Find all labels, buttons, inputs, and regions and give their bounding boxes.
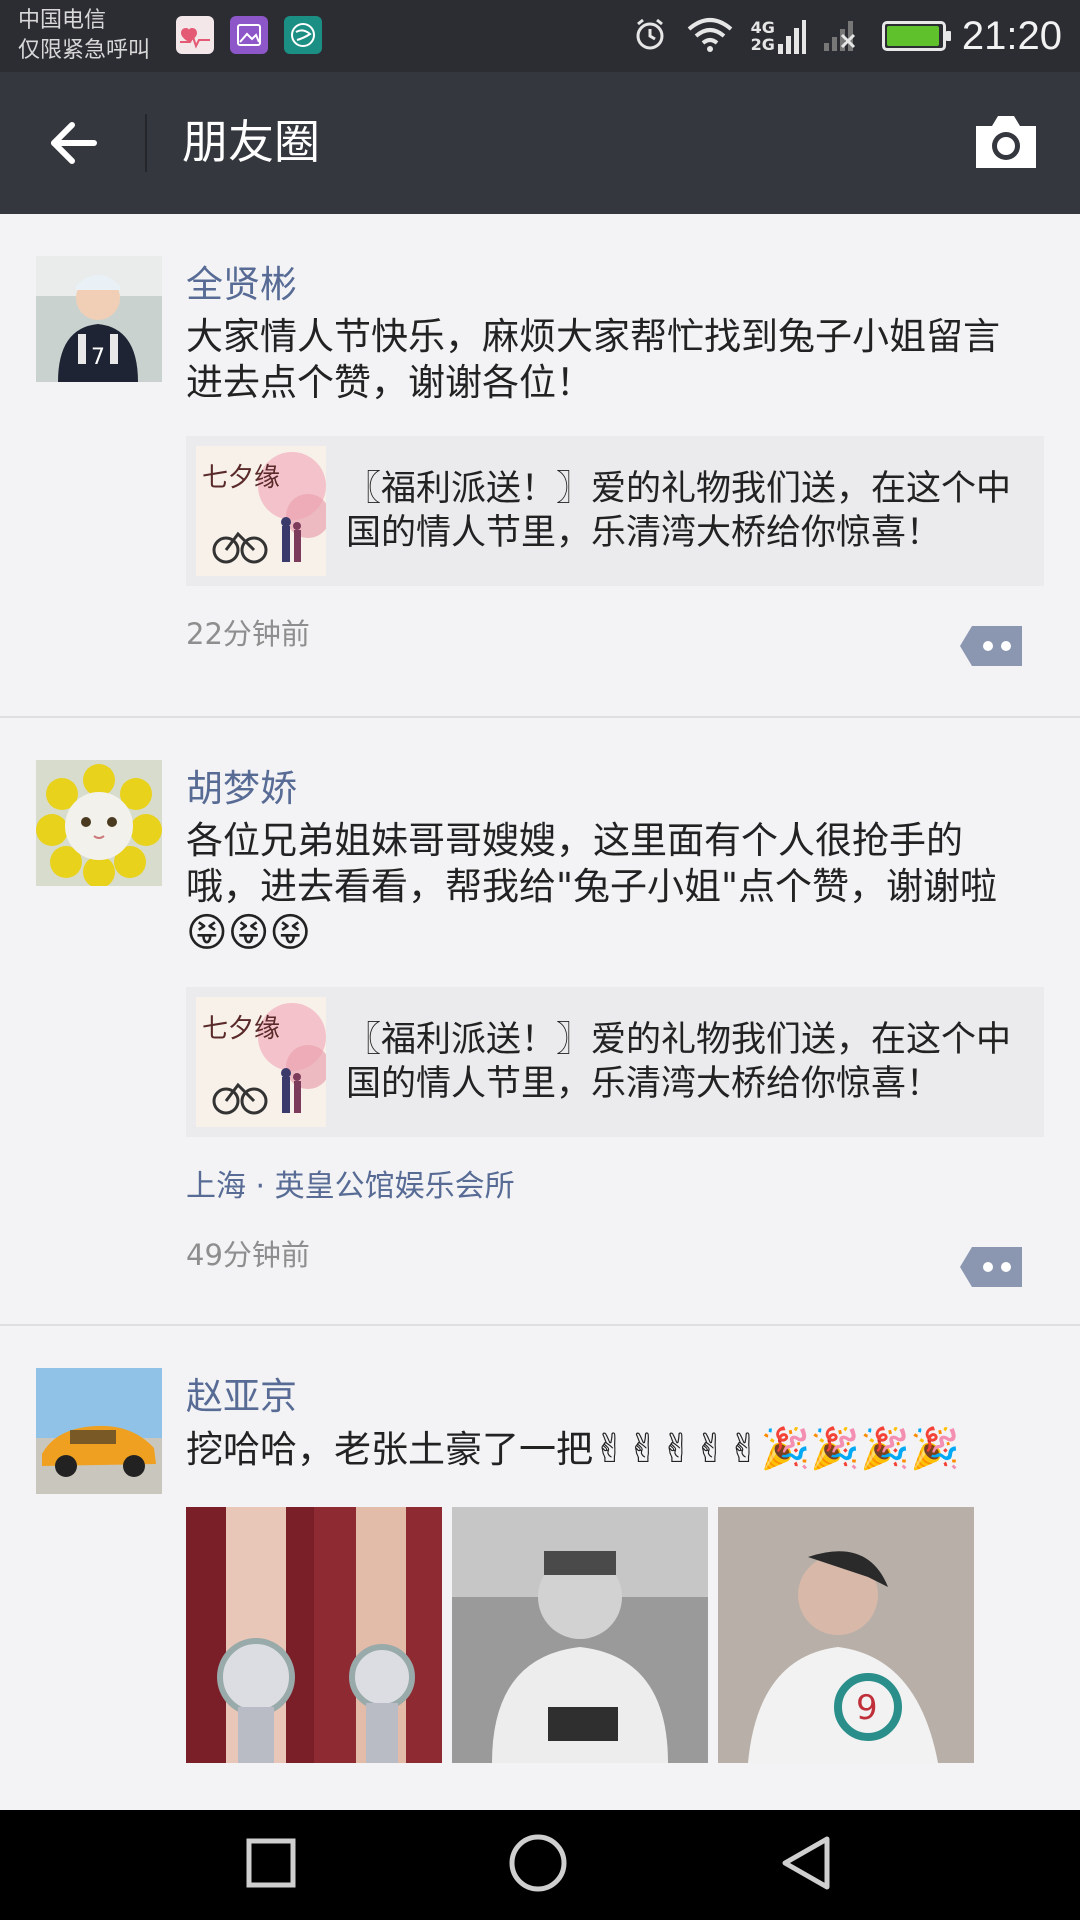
- moment-post: 7 全贤彬 大家情人节快乐，麻烦大家帮忙找到兔子小姐留言进去点个赞，谢谢各位！ …: [0, 214, 1080, 718]
- shared-link-card[interactable]: 七夕缘 〖福利派送！〗爱的礼物我们送，在这个中国的情人节里，乐清湾大桥给你惊喜！: [186, 436, 1044, 586]
- comment-icon: [960, 626, 1022, 666]
- emergency-only-label: 仅限紧急呼叫: [18, 38, 151, 63]
- carrier-info: 中国电信 仅限紧急呼叫: [18, 6, 150, 66]
- carrier-name: 中国电信: [18, 8, 107, 33]
- camera-icon: [976, 116, 1036, 168]
- photo-thumbnail[interactable]: 9: [718, 1507, 974, 1763]
- svg-text:七夕缘: 七夕缘: [202, 1014, 280, 1044]
- clock: 21:20: [961, 13, 1062, 58]
- home-button[interactable]: [508, 1833, 568, 1897]
- shared-link-card[interactable]: 七夕缘 〖福利派送！〗爱的礼物我们送，在这个中国的情人节里，乐清湾大桥给你惊喜！: [186, 987, 1044, 1137]
- post-text-body: 各位兄弟姐妹哥哥嫂嫂，这里面有个人很抢手的哦，进去看看，帮我给"兔子小姐"点个赞…: [186, 819, 998, 908]
- post-location[interactable]: 上海 · 英皇公馆娱乐会所: [186, 1167, 1046, 1207]
- photo-thumbnail[interactable]: [452, 1507, 708, 1763]
- author-name[interactable]: 胡梦娇: [186, 764, 1046, 814]
- recent-apps-icon: [246, 1838, 296, 1888]
- battery-level: [886, 26, 940, 46]
- post-text: 挖哈哈，老张土豪了一把✌✌✌✌✌🎉🎉🎉🎉: [186, 1426, 1036, 1473]
- avatar[interactable]: [36, 1368, 162, 1494]
- network-2g-label: 2G: [750, 35, 775, 54]
- no-signal-icon: [822, 15, 866, 57]
- post-content: 胡梦娇 各位兄弟姐妹哥哥嫂嫂，这里面有个人很抢手的哦，进去看看，帮我给"兔子小姐…: [186, 718, 1046, 1303]
- comment-icon: [960, 1247, 1022, 1287]
- link-title: 〖福利派送！〗爱的礼物我们送，在这个中国的情人节里，乐清湾大桥给你惊喜！: [346, 469, 1012, 553]
- moment-post: 胡梦娇 各位兄弟姐妹哥哥嫂嫂，这里面有个人很抢手的哦，进去看看，帮我给"兔子小姐…: [0, 718, 1080, 1326]
- header-divider: [145, 114, 147, 172]
- notification-icons: [176, 16, 322, 54]
- home-icon: [509, 1834, 567, 1892]
- emoji-row: ✌✌✌✌✌🎉🎉🎉🎉: [593, 1426, 960, 1472]
- wifi-icon: [685, 15, 735, 57]
- battery-charging-icon: [881, 21, 951, 51]
- camera-button[interactable]: [970, 112, 1042, 172]
- post-text-body: 挖哈哈，老张土豪了一把: [186, 1428, 593, 1471]
- emoji-row: 😝😝😝: [186, 910, 312, 956]
- health-app-icon: [176, 16, 214, 54]
- avatar[interactable]: 7: [36, 256, 162, 382]
- status-bar: 中国电信 仅限紧急呼叫 4G 2G 21:20: [0, 0, 1080, 72]
- post-text: 大家情人节快乐，麻烦大家帮忙找到兔子小姐留言进去点个赞，谢谢各位！: [186, 315, 1000, 404]
- photo-thumbnail[interactable]: [186, 1507, 442, 1763]
- header-bar: 朋友圈: [0, 72, 1080, 214]
- network-4g-label: 4G: [750, 18, 775, 37]
- post-content: 全贤彬 大家情人节快乐，麻烦大家帮忙找到兔子小姐留言进去点个赞，谢谢各位！ 七夕…: [186, 214, 1046, 682]
- link-title: 〖福利派送！〗爱的礼物我们送，在这个中国的情人节里，乐清湾大桥给你惊喜！: [346, 1020, 1012, 1104]
- post-meta: 22分钟前: [186, 586, 1046, 682]
- post-time: 22分钟前: [186, 617, 310, 651]
- photo-grid: 9: [186, 1507, 1046, 1763]
- avatar[interactable]: [36, 760, 162, 886]
- author-name[interactable]: 全贤彬: [186, 260, 1046, 310]
- svg-text:9: 9: [856, 1688, 878, 1728]
- back-button[interactable]: [34, 108, 114, 178]
- comment-button[interactable]: [958, 622, 1026, 670]
- back-triangle-icon: [782, 1836, 830, 1890]
- system-navigation-bar: [0, 1810, 1080, 1920]
- post-content: 赵亚京 挖哈哈，老张土豪了一把✌✌✌✌✌🎉🎉🎉🎉 9: [186, 1326, 1046, 1763]
- author-name[interactable]: 赵亚京: [186, 1372, 1046, 1422]
- system-back-button[interactable]: [779, 1835, 835, 1895]
- gallery-app-icon: [230, 16, 268, 54]
- arrow-left-icon: [51, 122, 97, 164]
- browser-app-icon: [284, 16, 322, 54]
- recent-apps-button[interactable]: [245, 1837, 297, 1893]
- post-time: 49分钟前: [186, 1238, 310, 1272]
- svg-text:7: 7: [91, 345, 105, 370]
- link-thumbnail: 七夕缘: [196, 446, 326, 576]
- page-title: 朋友圈: [182, 115, 320, 169]
- post-text: 各位兄弟姐妹哥哥嫂嫂，这里面有个人很抢手的哦，进去看看，帮我给"兔子小姐"点个赞…: [186, 818, 1036, 957]
- alarm-icon: [631, 15, 669, 57]
- status-icons: 4G 2G 21:20: [631, 0, 1062, 72]
- comment-button[interactable]: [958, 1243, 1026, 1291]
- post-meta: 49分钟前: [186, 1207, 1046, 1303]
- moment-post: 赵亚京 挖哈哈，老张土豪了一把✌✌✌✌✌🎉🎉🎉🎉 9: [0, 1326, 1080, 1810]
- svg-text:七夕缘: 七夕缘: [202, 463, 280, 493]
- link-thumbnail: 七夕缘: [196, 997, 326, 1127]
- signal-icon: 4G 2G: [751, 18, 806, 54]
- moments-feed[interactable]: 7 全贤彬 大家情人节快乐，麻烦大家帮忙找到兔子小姐留言进去点个赞，谢谢各位！ …: [0, 214, 1080, 1810]
